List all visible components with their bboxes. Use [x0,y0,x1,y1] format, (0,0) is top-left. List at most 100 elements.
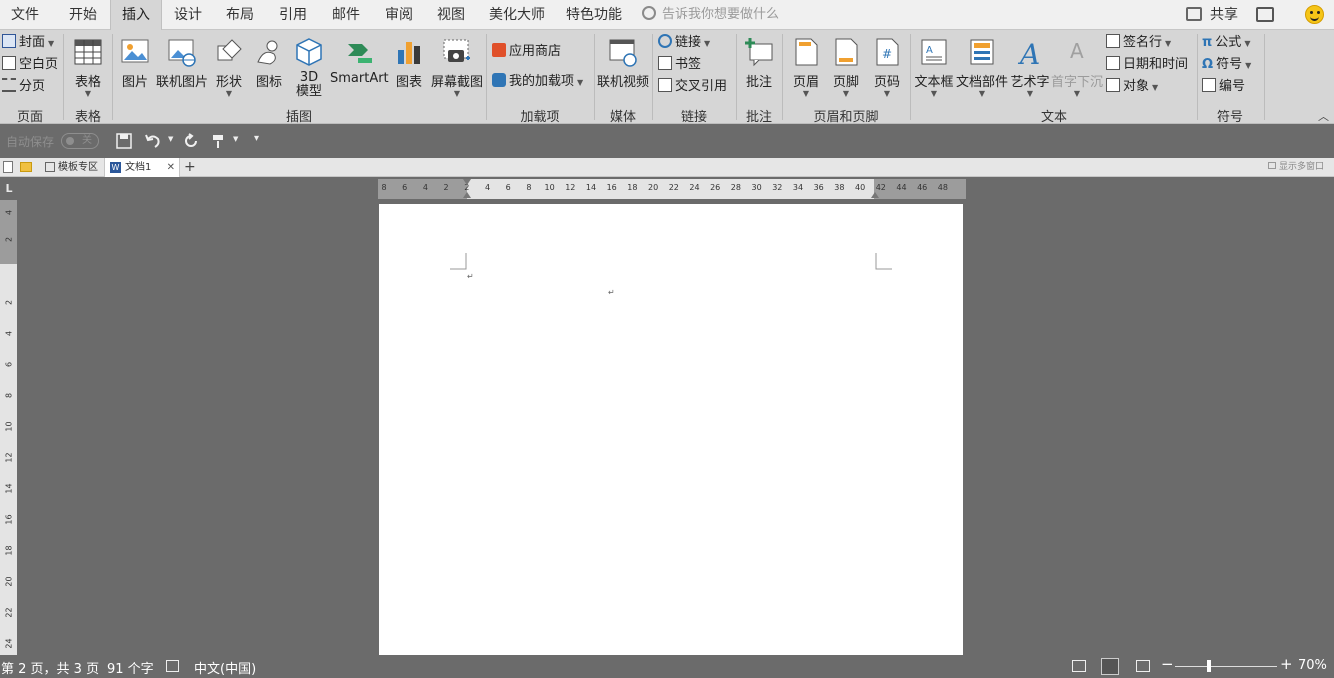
chart-button[interactable]: 图表 [390,34,428,104]
new-document-icon[interactable] [3,161,13,173]
drop-cap-button[interactable]: A 首字下沉▼ [1050,34,1104,104]
group-label-illustrations: 插图 [112,106,486,122]
comment-button[interactable]: 批注 [740,34,778,104]
bookmark-button[interactable]: 书签 [658,55,701,75]
shapes-button[interactable]: 形状▼ [210,34,248,104]
3d-model-button[interactable]: 3D 模型 [290,34,328,104]
proofing-icon[interactable] [166,660,179,672]
cover-page-button[interactable]: 封面▼ [2,33,54,53]
vertical-ruler-tick: 18 [5,544,14,558]
online-video-button[interactable]: 联机视频 [596,34,650,104]
web-layout-icon[interactable] [1136,660,1150,672]
tab-mailings[interactable]: 邮件 [320,0,372,30]
symbol-button[interactable]: Ω符号▼ [1202,55,1251,75]
page-break-button[interactable]: 分页 [2,77,45,97]
tab-file[interactable]: 文件 [0,0,50,30]
format-painter-icon[interactable] [212,133,228,149]
feedback-smiley-icon[interactable] [1305,5,1324,24]
home-icon [45,162,55,172]
comment-icon[interactable] [1256,7,1274,22]
ruler-tick: 42 [876,183,886,192]
date-time-button[interactable]: 日期和时间 [1106,55,1188,75]
zoom-level[interactable]: 70% [1298,658,1327,673]
right-indent-marker[interactable] [871,192,879,198]
save-icon[interactable] [116,133,132,149]
zoom-in-button[interactable]: + [1280,655,1293,673]
redo-icon[interactable] [183,133,199,149]
text-box-button[interactable]: A 文本框▼ [914,34,954,104]
tab-references[interactable]: 引用 [268,0,318,30]
open-folder-icon[interactable] [20,162,32,172]
tab-view[interactable]: 视图 [426,0,476,30]
equation-button[interactable]: π公式▼ [1202,33,1250,53]
screenshot-button[interactable]: 屏幕截图▼ [430,34,484,104]
tab-design[interactable]: 设计 [164,0,212,30]
tab-document1[interactable]: W 文档1 ✕ [104,158,180,177]
group-label-table: 表格 [64,106,112,122]
status-bar: 第 2 页，共 3 页 91 个字 中文(中国) − + 70% [0,655,1334,678]
print-layout-icon[interactable] [1101,658,1119,675]
blank-page-button[interactable]: 空白页 [2,55,58,75]
word-count[interactable]: 91 个字 [107,658,154,677]
horizontal-ruler[interactable]: 8642246810121416182022242628303234363840… [378,179,966,199]
painter-dropdown-icon[interactable]: ▼ [233,135,238,143]
close-tab-icon[interactable]: ✕ [167,158,175,177]
zoom-slider-track[interactable] [1175,666,1277,667]
tab-beautify[interactable]: 美化大师 [482,0,552,30]
zoom-out-button[interactable]: − [1161,655,1174,673]
signature-line-button[interactable]: 签名行▼ [1106,33,1171,53]
show-multi-window-button[interactable]: 显示多窗口 [1268,158,1324,177]
autosave-toggle[interactable]: 关 [61,133,99,149]
undo-icon[interactable] [145,133,161,149]
tell-me-box[interactable]: 告诉我你想要做什么 [642,0,779,30]
quick-parts-button[interactable]: 文档部件▼ [956,34,1008,104]
hanging-indent-marker[interactable] [463,192,471,198]
ruler-tick: 46 [917,183,927,192]
first-line-indent-marker[interactable] [463,179,471,185]
tab-home[interactable]: 开始 [58,0,108,30]
zoom-slider-thumb[interactable] [1207,660,1211,672]
tab-insert[interactable]: 插入 [110,0,162,30]
picture-button[interactable]: 图片 [116,34,154,104]
header-button[interactable]: 页眉▼ [788,34,824,104]
vertical-ruler-tick: 4 [5,327,14,341]
page-number-button[interactable]: # 页码▼ [868,34,906,104]
page-count[interactable]: 第 2 页，共 3 页 [1,658,99,677]
customize-qat-icon[interactable]: ▾ [254,133,259,144]
tab-features[interactable]: 特色功能 [560,0,628,30]
smartart-button[interactable]: SmartArt [330,34,388,104]
document-page[interactable]: ↵ ↵ [379,204,963,655]
footer-button[interactable]: 页脚▼ [828,34,864,104]
ruler-tick: 8 [526,183,531,192]
share-button[interactable]: 共享 [1186,0,1238,30]
ruler-tick: 20 [648,183,658,192]
online-picture-button[interactable]: 联机图片 [156,34,208,104]
group-label-links: 链接 [653,106,735,122]
ruler-tick: 14 [586,183,596,192]
ruler-tick: 10 [545,183,555,192]
tab-template-zone[interactable]: 模板专区 [40,158,102,177]
app-store-button[interactable]: 应用商店 [492,42,561,62]
document-tabs: 模板专区 W 文档1 ✕ + 显示多窗口 [0,158,1334,177]
wordart-button[interactable]: A 艺术字▼ [1010,34,1050,104]
collapse-ribbon-icon[interactable]: ︿ [1318,108,1329,124]
numbering-button[interactable]: 编号 [1202,77,1245,97]
tab-review[interactable]: 审阅 [374,0,424,30]
my-addins-button[interactable]: 我的加载项▼ [492,72,583,92]
calendar-icon [1106,56,1120,70]
link-button[interactable]: 链接▼ [658,33,710,53]
wordart-icon: A [1015,36,1045,68]
language-indicator[interactable]: 中文(中国) [194,658,256,677]
tab-selector[interactable]: L [0,178,18,200]
tab-layout[interactable]: 布局 [216,0,264,30]
vertical-ruler[interactable]: 4224681012141618202224 [0,200,17,655]
quick-parts-icon [967,36,997,68]
omega-icon: Ω [1202,57,1213,72]
icons-button[interactable]: 图标 [250,34,288,104]
undo-dropdown-icon[interactable]: ▼ [168,135,173,143]
table-button[interactable]: 表格▼ [68,34,108,104]
read-mode-icon[interactable] [1072,660,1086,672]
new-tab-icon[interactable]: + [184,158,196,176]
cross-reference-button[interactable]: 交叉引用 [658,77,727,97]
object-button[interactable]: 对象▼ [1106,77,1158,97]
